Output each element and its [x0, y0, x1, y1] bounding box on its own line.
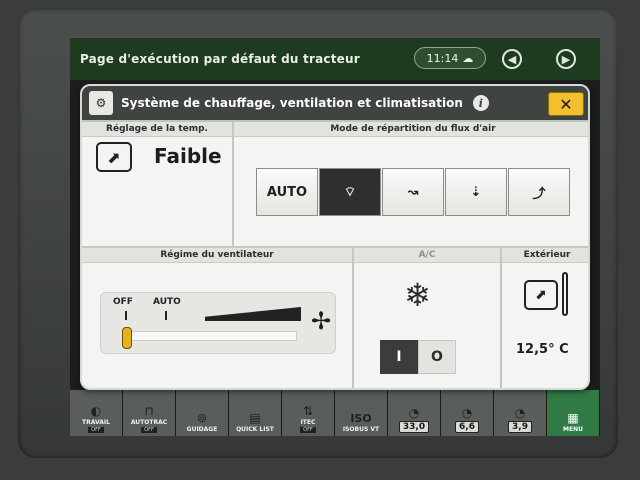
fan-speed-handle[interactable]	[122, 327, 132, 349]
shortcut-label: QUICK LIST	[236, 426, 274, 433]
thermometer-icon	[562, 272, 568, 316]
defrost-floor-button[interactable]: ⇣	[445, 168, 507, 216]
exterior-temperature: 12,5° C	[516, 342, 569, 357]
defrost-floor-icon: ⇣	[470, 184, 482, 200]
floor-airflow-icon: ↝	[407, 184, 419, 200]
snowflake-icon: ❄	[404, 276, 431, 314]
shortcut-label: ISOBUS VT	[342, 426, 380, 433]
menu-grid-icon: ▦	[567, 411, 579, 425]
airflow-mode-group: AUTO ⌔ ↝ ⇣ ⤴	[256, 168, 571, 216]
windshield-defrost-icon: ⌔	[343, 185, 357, 200]
face-airflow-icon: ⤴	[532, 186, 546, 202]
dialog-header: ⚙ Système de chauffage, ventilation et c…	[82, 86, 588, 122]
info-icon[interactable]: i	[472, 95, 489, 111]
work-lights-icon: ◐	[90, 404, 102, 418]
shortcut-value: 33,0	[398, 421, 430, 433]
settings-icon: ⚙	[89, 91, 113, 115]
fan-section-title: Régime du ventilateur	[82, 248, 352, 263]
fan-off-label: OFF	[113, 297, 133, 307]
shortcut-speed[interactable]: ◔ 33,0	[388, 390, 441, 436]
shortcut-status: OFF	[141, 427, 157, 433]
itec-icon: ⇅	[302, 404, 314, 418]
shortcut-itec[interactable]: ⇅ ITEC OFF	[282, 390, 335, 436]
ac-off-button[interactable]: O	[418, 340, 456, 374]
shortcut-guidage[interactable]: ⊚ GUIDAGE	[176, 390, 229, 436]
shortcut-status: OFF	[88, 427, 104, 433]
dialog-title: Système de chauffage, ventilation et cli…	[121, 96, 463, 110]
shortcut-label: AUTOTRAC	[130, 419, 168, 426]
windshield-defrost-button[interactable]: ⌔	[319, 168, 381, 216]
hvac-dialog: ⚙ Système de chauffage, ventilation et c…	[80, 84, 590, 390]
close-button[interactable]: ✕	[548, 92, 584, 116]
shortcut-label: TRAVAIL	[82, 419, 110, 426]
clock-time: 11:14	[426, 51, 459, 65]
airflow-auto-button[interactable]: AUTO	[256, 168, 318, 216]
seat-temperature-icon: ⬈	[96, 142, 132, 172]
shortcut-value: 6,6	[455, 421, 479, 433]
divider	[232, 122, 234, 248]
shortcut-gauge-1[interactable]: ◔ 6,6	[441, 390, 494, 436]
fan-speed-ramp	[205, 307, 301, 321]
autotrac-icon: ⊓	[144, 404, 154, 418]
ac-on-button[interactable]: I	[380, 340, 418, 374]
fan-auto-tick	[165, 311, 167, 320]
speed-gauge-icon: ◔	[408, 406, 420, 420]
shortcut-autotrac[interactable]: ⊓ AUTOTRAC OFF	[123, 390, 176, 436]
gauge-icon: ◔	[514, 406, 526, 420]
floor-airflow-button[interactable]: ↝	[382, 168, 444, 216]
temp-section-title: Réglage de la temp.	[82, 122, 232, 137]
face-airflow-button[interactable]: ⤴	[508, 168, 570, 216]
shortcut-label: MENU	[563, 426, 583, 433]
arrow-left-icon[interactable]: ◀	[502, 49, 522, 69]
shortcut-bar: ◐ TRAVAIL OFF ⊓ AUTOTRAC OFF ⊚ GUIDAGE ▤…	[70, 390, 600, 436]
fan-speed-control: OFF AUTO ✢	[100, 292, 336, 354]
guidance-icon: ⊚	[196, 411, 208, 425]
menu-button[interactable]: ▦ MENU	[547, 390, 600, 436]
isobus-icon: ISO	[350, 412, 372, 425]
exterior-section-title: Extérieur	[502, 248, 588, 263]
clock-status[interactable]: 11:14 ☁	[414, 47, 486, 69]
shortcut-label: ITEC	[300, 419, 316, 426]
fan-auto-label: AUTO	[153, 297, 181, 307]
gauge-icon: ◔	[461, 406, 473, 420]
exterior-temp-icon: ⬈	[524, 280, 558, 310]
top-bar: Page d'exécution par défaut du tracteur …	[70, 38, 600, 80]
arrow-right-icon[interactable]: ▶	[556, 49, 576, 69]
temp-value: Faible	[154, 144, 222, 168]
shortcut-isobus[interactable]: ISO ISOBUS VT	[335, 390, 388, 436]
shortcut-label: GUIDAGE	[186, 426, 218, 433]
divider	[352, 248, 354, 388]
shortcut-status: OFF	[300, 427, 316, 433]
fan-speed-slider[interactable]	[131, 331, 297, 341]
ac-section-title: A/C	[354, 248, 500, 263]
quick-list-icon: ▤	[249, 411, 261, 425]
airflow-section-title: Mode de répartition du flux d'air	[234, 122, 588, 137]
shortcut-gauge-2[interactable]: ◔ 3,9	[494, 390, 547, 436]
ac-toggle: I O	[380, 340, 456, 374]
fan-off-tick	[125, 311, 127, 320]
page-title: Page d'exécution par défaut du tracteur	[80, 52, 360, 66]
shortcut-value: 3,9	[508, 421, 532, 433]
fan-icon: ✢	[311, 307, 332, 335]
shortcut-quick-list[interactable]: ▤ QUICK LIST	[229, 390, 282, 436]
divider	[500, 248, 502, 388]
shortcut-travail[interactable]: ◐ TRAVAIL OFF	[70, 390, 123, 436]
cloud-sync-icon: ☁	[462, 51, 474, 65]
